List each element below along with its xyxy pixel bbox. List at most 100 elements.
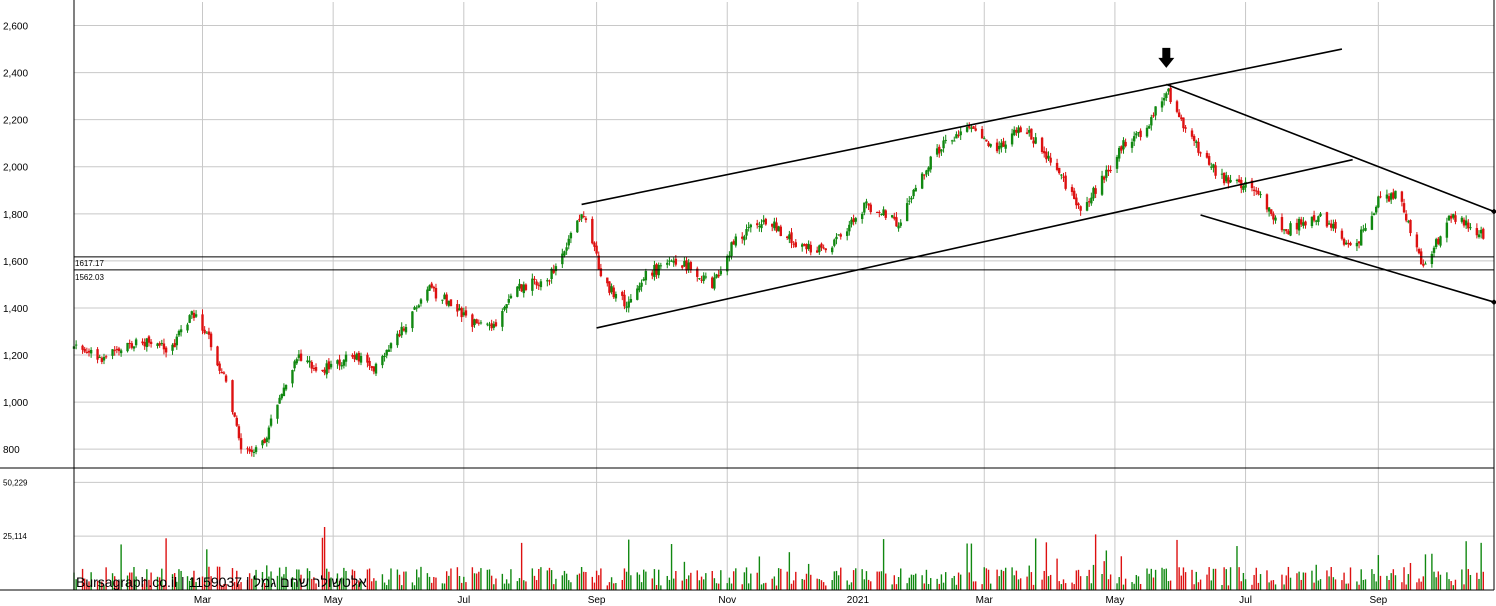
candle-body: [920, 173, 924, 189]
candle-body: [1000, 142, 1003, 148]
candle-body: [927, 167, 930, 172]
candle-body: [248, 448, 251, 452]
candle-body: [87, 350, 91, 353]
candle-body: [1282, 229, 1286, 231]
candle-body: [104, 356, 108, 358]
candle-body: [865, 201, 868, 204]
candle-body: [327, 361, 331, 370]
candle-body: [1437, 238, 1440, 244]
candle-body: [717, 274, 720, 277]
candle-body: [546, 280, 549, 282]
candle-body: [1137, 132, 1140, 134]
candle-body: [220, 372, 223, 374]
candle-body: [263, 438, 266, 444]
candle-body: [246, 448, 249, 450]
candle-body: [1265, 194, 1269, 210]
candle-body: [224, 375, 228, 382]
candle-body: [762, 219, 765, 223]
candle-body: [190, 311, 193, 315]
candle-body: [1327, 223, 1331, 225]
candle-body: [1115, 156, 1119, 169]
candle-body: [492, 324, 495, 328]
candle-body: [1255, 190, 1258, 192]
candle-body: [1449, 215, 1453, 219]
candle-body: [494, 322, 498, 327]
candle-body: [128, 342, 131, 344]
candle-body: [100, 357, 104, 362]
candle-body: [848, 224, 851, 232]
candle-body: [1417, 249, 1421, 254]
candle-body: [509, 295, 513, 299]
candle-body: [143, 342, 146, 347]
candle-body: [854, 218, 857, 222]
candle-body: [1274, 217, 1277, 221]
candle-body: [758, 226, 761, 228]
candle-body: [177, 330, 181, 336]
candle-body: [1047, 155, 1050, 159]
stock-chart: 1617.17 1562.03 800 1,000 1,200 1,400 1,600 1,…: [0, 0, 1496, 606]
candle-body: [1182, 117, 1185, 129]
candle-body: [935, 148, 939, 155]
candle-body: [518, 283, 521, 289]
candle-body: [98, 356, 101, 358]
candle-body: [188, 315, 191, 323]
candle-body: [972, 126, 975, 129]
candle-body: [1229, 179, 1232, 183]
candle-body: [771, 223, 774, 227]
candle-body: [173, 343, 176, 348]
candle-body: [1415, 234, 1419, 248]
candle-body: [741, 236, 744, 239]
candle-body: [788, 234, 791, 240]
candle-body: [443, 294, 446, 300]
candle-body: [1212, 164, 1215, 168]
date-tick-label: Jul: [1239, 595, 1252, 606]
candle-body: [1235, 179, 1239, 181]
candle-body: [1364, 227, 1367, 231]
candle-body: [83, 348, 86, 352]
candle-body: [1300, 219, 1303, 225]
candle-body: [1409, 220, 1412, 234]
candle-body: [965, 127, 969, 132]
candle-body: [430, 283, 433, 288]
candle-body: [374, 363, 378, 374]
candle-body: [561, 253, 564, 265]
candle-body: [505, 304, 508, 309]
price-tick-label: 2,400: [3, 69, 28, 80]
candle-body: [995, 142, 999, 152]
candle-body: [479, 322, 483, 324]
candle-body: [860, 213, 864, 220]
candle-body: [209, 333, 213, 348]
candle-body: [295, 359, 298, 364]
candle-body: [938, 146, 941, 154]
candle-body: [608, 281, 611, 293]
candle-body: [1062, 176, 1065, 178]
candle-body: [366, 354, 369, 363]
candle-body: [576, 220, 579, 233]
candle-body: [803, 244, 806, 246]
candle-body: [786, 236, 789, 238]
candle-body: [606, 277, 609, 284]
candle-body: [1107, 169, 1110, 172]
candle-body: [582, 216, 585, 218]
candle-body: [1272, 213, 1275, 220]
candle-body: [441, 299, 444, 301]
candle-body: [156, 343, 159, 347]
candle-body: [659, 265, 663, 267]
candle-body: [1422, 264, 1425, 266]
candle-body: [1237, 179, 1241, 182]
candle-body: [1227, 177, 1230, 184]
candle-body: [1073, 190, 1076, 199]
candle-body: [1479, 229, 1483, 234]
candle-body: [1310, 216, 1314, 227]
candle-body: [321, 369, 324, 371]
candle-body: [1135, 133, 1138, 136]
candle-body: [567, 238, 570, 246]
candle-body: [194, 314, 198, 317]
candle-body: [1462, 219, 1466, 226]
candle-body: [1175, 101, 1179, 112]
candle-body: [1394, 190, 1397, 199]
candle-body: [687, 262, 690, 270]
candle-body: [490, 323, 493, 329]
candle-body: [822, 247, 825, 249]
candle-body: [456, 304, 459, 312]
